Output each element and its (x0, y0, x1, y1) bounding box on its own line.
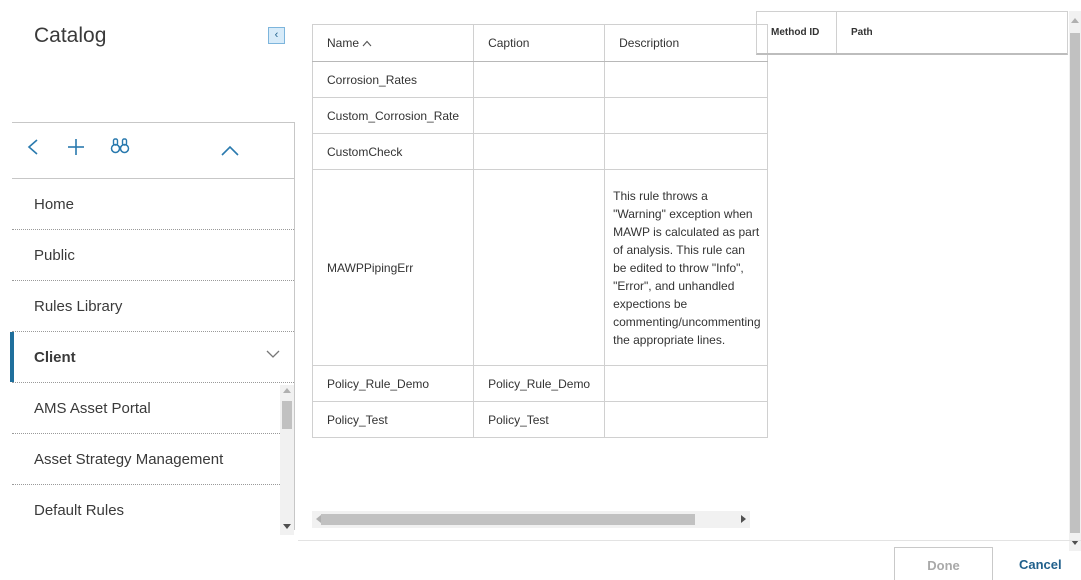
cancel-button[interactable]: Cancel (1019, 557, 1062, 572)
footer-divider (298, 540, 1081, 541)
binoculars-icon[interactable] (110, 137, 130, 160)
column-label: Caption (488, 36, 530, 50)
nav-item-label: Rules Library (34, 297, 123, 315)
chevron-up-icon[interactable] (220, 141, 240, 163)
nav-vertical-scrollbar[interactable] (280, 385, 294, 535)
nav-item-label: Client (34, 348, 76, 366)
table-header-row: Name Caption Description (311, 24, 768, 62)
cell-name: CustomCheck (311, 133, 475, 170)
collapse-panel-button[interactable]: ‹ (268, 27, 285, 44)
nav-item-label: Asset Strategy Management (34, 450, 224, 468)
done-button[interactable]: Done (894, 547, 993, 580)
catalog-nav-panel: Home Public Rules Library Client AMS Ass… (10, 122, 295, 535)
cell-description: This rule throws a "Warning" exception w… (604, 169, 768, 366)
catalog-toolbar (12, 123, 294, 179)
scroll-up-arrow-icon[interactable] (283, 388, 291, 393)
column-header-description[interactable]: Description (604, 24, 768, 62)
cell-name: MAWPPipingErr (311, 169, 475, 366)
methods-header-row: Method ID Path (757, 12, 1067, 53)
table-row[interactable]: CustomCheck (311, 133, 768, 170)
nav-item-client[interactable]: Client (10, 332, 294, 383)
cell-name: Policy_Test (311, 401, 475, 438)
cell-caption (473, 133, 606, 170)
nav-item-label: Public (34, 246, 75, 264)
sort-ascending-icon (362, 38, 372, 50)
scroll-thumb[interactable] (1070, 33, 1080, 533)
cell-caption (473, 169, 606, 366)
nav-item-default-rules[interactable]: Default Rules (12, 485, 294, 535)
table-row[interactable]: MAWPPipingErr This rule throws a "Warnin… (311, 169, 768, 366)
scroll-right-arrow-icon[interactable] (741, 515, 746, 523)
cell-description (604, 365, 768, 402)
plus-icon[interactable] (66, 137, 86, 162)
nav-item-label: AMS Asset Portal (34, 399, 151, 417)
cell-caption: Policy_Rule_Demo (473, 365, 606, 402)
column-header-caption[interactable]: Caption (473, 24, 606, 62)
column-label: Name (327, 36, 360, 50)
selected-indicator (10, 332, 14, 382)
methods-vertical-scrollbar[interactable] (1069, 11, 1081, 551)
cell-name: Policy_Rule_Demo (311, 365, 475, 402)
column-header-name[interactable]: Name (311, 24, 475, 62)
cell-name: Corrosion_Rates (311, 61, 475, 98)
client-sub-list: AMS Asset Portal Asset Strategy Manageme… (12, 383, 294, 535)
column-header-method-id[interactable]: Method ID (757, 12, 837, 53)
table-horizontal-scrollbar[interactable] (312, 511, 750, 528)
rules-table: Name Caption Description Corrosion_Rates… (311, 24, 768, 438)
cell-description (604, 61, 768, 98)
column-header-path[interactable]: Path (837, 12, 1067, 53)
nav-item-ams-asset-portal[interactable]: AMS Asset Portal (12, 383, 294, 434)
nav-item-label: Default Rules (34, 501, 125, 519)
back-chevron-icon[interactable] (26, 137, 40, 162)
nav-item-asset-strategy-management[interactable]: Asset Strategy Management (12, 434, 294, 485)
cell-description (604, 97, 768, 134)
scroll-thumb[interactable] (321, 514, 695, 525)
cell-name: Custom_Corrosion_Rate (311, 97, 475, 134)
table-row[interactable]: Corrosion_Rates (311, 61, 768, 98)
table-row[interactable]: Custom_Corrosion_Rate (311, 97, 768, 134)
cell-description (604, 401, 768, 438)
cell-description (604, 133, 768, 170)
scroll-down-arrow-icon[interactable] (283, 524, 291, 529)
table-row[interactable]: Policy_Test Policy_Test (311, 401, 768, 438)
nav-item-rules-library[interactable]: Rules Library (12, 281, 294, 332)
methods-table: Method ID Path (756, 11, 1068, 55)
column-label: Description (619, 36, 680, 50)
chevron-left-icon: ‹ (274, 29, 279, 41)
scroll-up-arrow-icon[interactable] (1071, 18, 1079, 23)
cell-caption (473, 61, 606, 98)
nav-item-home[interactable]: Home (12, 179, 294, 230)
nav-item-label: Home (34, 195, 75, 213)
cell-caption (473, 97, 606, 134)
scroll-thumb[interactable] (282, 401, 292, 429)
table-row[interactable]: Policy_Rule_Demo Policy_Rule_Demo (311, 365, 768, 402)
catalog-title: Catalog (34, 24, 107, 47)
cell-caption: Policy_Test (473, 401, 606, 438)
chevron-down-icon[interactable] (266, 346, 280, 363)
nav-item-public[interactable]: Public (12, 230, 294, 281)
